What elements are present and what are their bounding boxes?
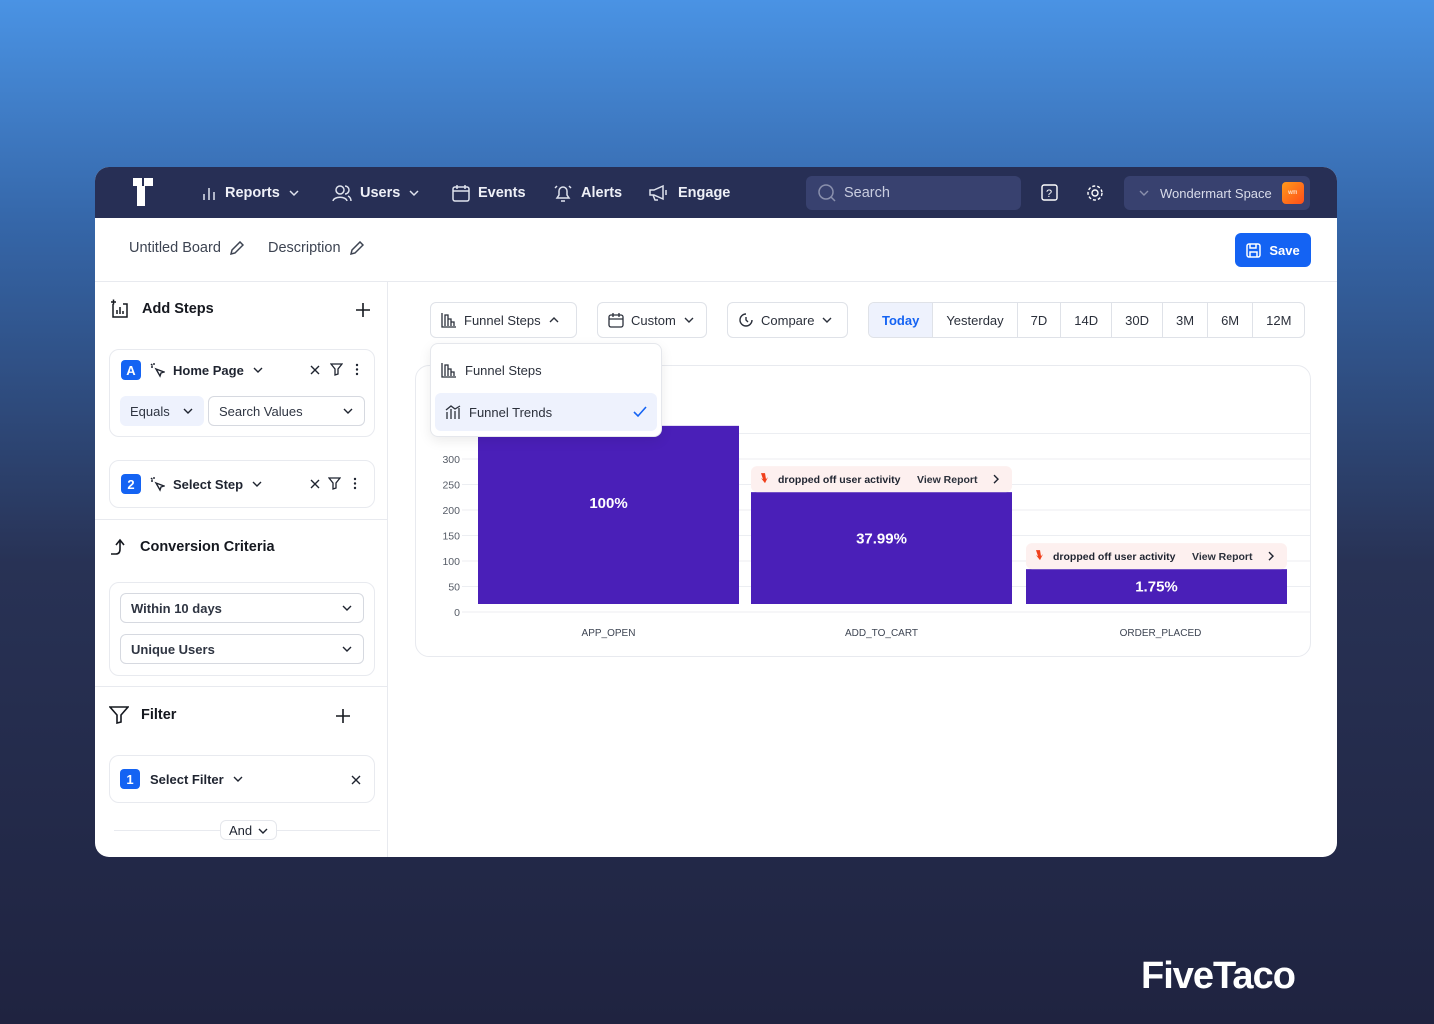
dropoff-text: dropped off user activity xyxy=(778,474,901,486)
y-tick-label: 150 xyxy=(442,531,460,543)
bar-add_to_cart[interactable] xyxy=(751,492,1012,604)
bar-percent-label: 37.99% xyxy=(856,531,907,548)
funnel-steps-icon xyxy=(441,363,456,378)
app-window: Reports Users Events Alerts Engage Searc… xyxy=(95,167,1337,857)
y-tick-label: 250 xyxy=(442,480,460,492)
option-label: Funnel Steps xyxy=(465,362,542,378)
check-icon xyxy=(633,406,647,418)
x-tick-label: ADD_TO_CART xyxy=(845,628,918,639)
y-tick-label: 300 xyxy=(442,454,460,466)
bar-percent-label: 1.75% xyxy=(1135,579,1178,596)
bar-percent-label: 100% xyxy=(589,495,627,512)
chart-type-dropdown: Funnel Steps Funnel Trends xyxy=(430,343,662,437)
y-tick-label: 100 xyxy=(442,556,460,568)
brand-watermark: FiveTaco xyxy=(1141,955,1296,997)
funnel-chart: 0 50 100 150 200 250 300 100% APP_OPEN 37.99% ADD_… xyxy=(442,425,1310,639)
option-funnel-steps[interactable]: Funnel Steps xyxy=(431,351,661,389)
option-label: Funnel Trends xyxy=(469,404,553,420)
y-tick-label: 200 xyxy=(442,505,460,517)
funnel-trends-icon xyxy=(445,405,461,419)
bar-app_open[interactable] xyxy=(478,425,739,604)
view-report-link[interactable]: View Report xyxy=(917,474,978,486)
y-tick-label: 0 xyxy=(454,607,460,619)
view-report-link[interactable]: View Report xyxy=(1192,551,1253,563)
y-tick-label: 50 xyxy=(448,582,460,594)
dropoff-text: dropped off user activity xyxy=(1053,551,1176,563)
x-tick-label: APP_OPEN xyxy=(582,628,636,639)
x-tick-label: ORDER_PLACED xyxy=(1120,628,1202,639)
option-funnel-trends[interactable]: Funnel Trends xyxy=(435,393,657,431)
